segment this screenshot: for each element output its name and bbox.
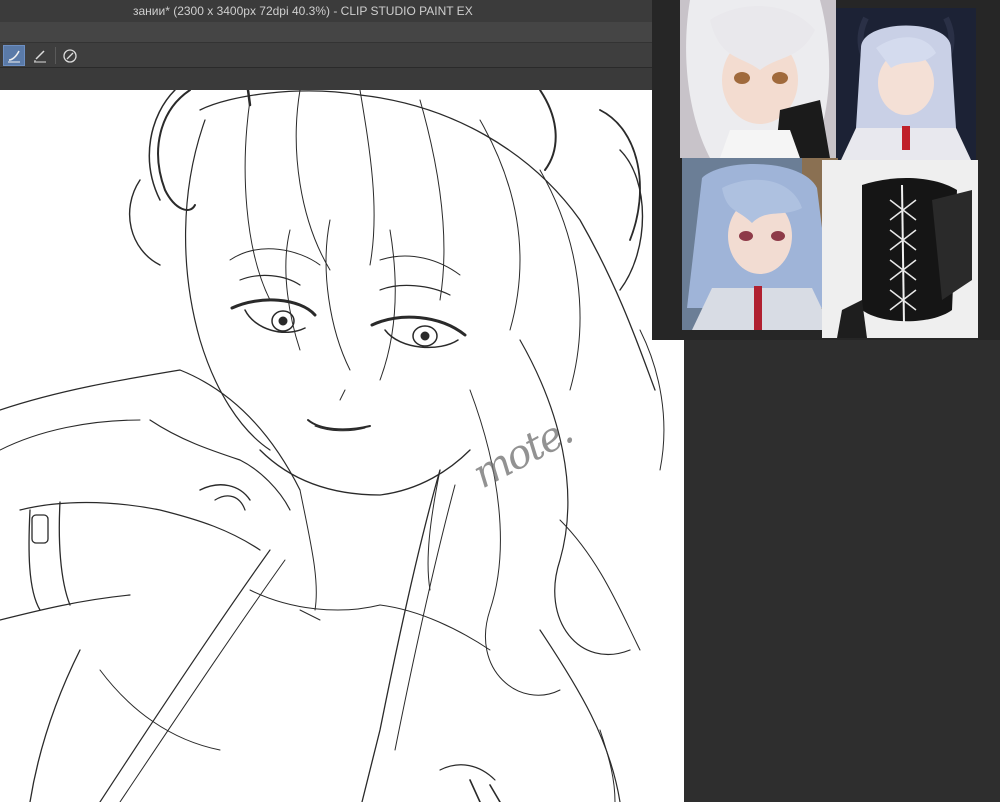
empty-side-panel bbox=[684, 340, 1000, 802]
reference-silver-hair-portrait[interactable] bbox=[680, 0, 836, 158]
window-titlebar: зании* (2300 x 3400px 72dpi 40.3%) - CLI… bbox=[0, 0, 652, 22]
ruler-pen-icon bbox=[34, 49, 46, 62]
menu-bar bbox=[0, 22, 652, 43]
corset-thumbnail bbox=[822, 160, 978, 338]
pen-tool-button[interactable] bbox=[3, 45, 25, 66]
reference-blue-hair-portrait[interactable] bbox=[682, 158, 838, 330]
pen-tool-icon bbox=[8, 50, 20, 62]
sketch-lineart bbox=[0, 90, 665, 802]
window-title: зании* (2300 x 3400px 72dpi 40.3%) - CLI… bbox=[133, 4, 473, 18]
reference-corset[interactable] bbox=[822, 160, 978, 338]
reference-images-panel bbox=[652, 0, 1000, 340]
portrait-thumbnail-blue bbox=[682, 158, 838, 330]
ruler-pen-button[interactable] bbox=[29, 45, 51, 66]
toolbar-separator bbox=[55, 47, 56, 64]
stabilization-icon bbox=[63, 48, 77, 63]
canvas-top-margin bbox=[0, 68, 652, 90]
drawing-canvas[interactable]: mote. bbox=[0, 90, 684, 802]
chibi-thumbnail bbox=[836, 8, 976, 160]
stabilization-button[interactable] bbox=[59, 45, 81, 66]
portrait-thumbnail bbox=[680, 0, 836, 158]
reference-horned-chibi[interactable] bbox=[836, 8, 976, 160]
command-toolbar bbox=[0, 43, 652, 68]
